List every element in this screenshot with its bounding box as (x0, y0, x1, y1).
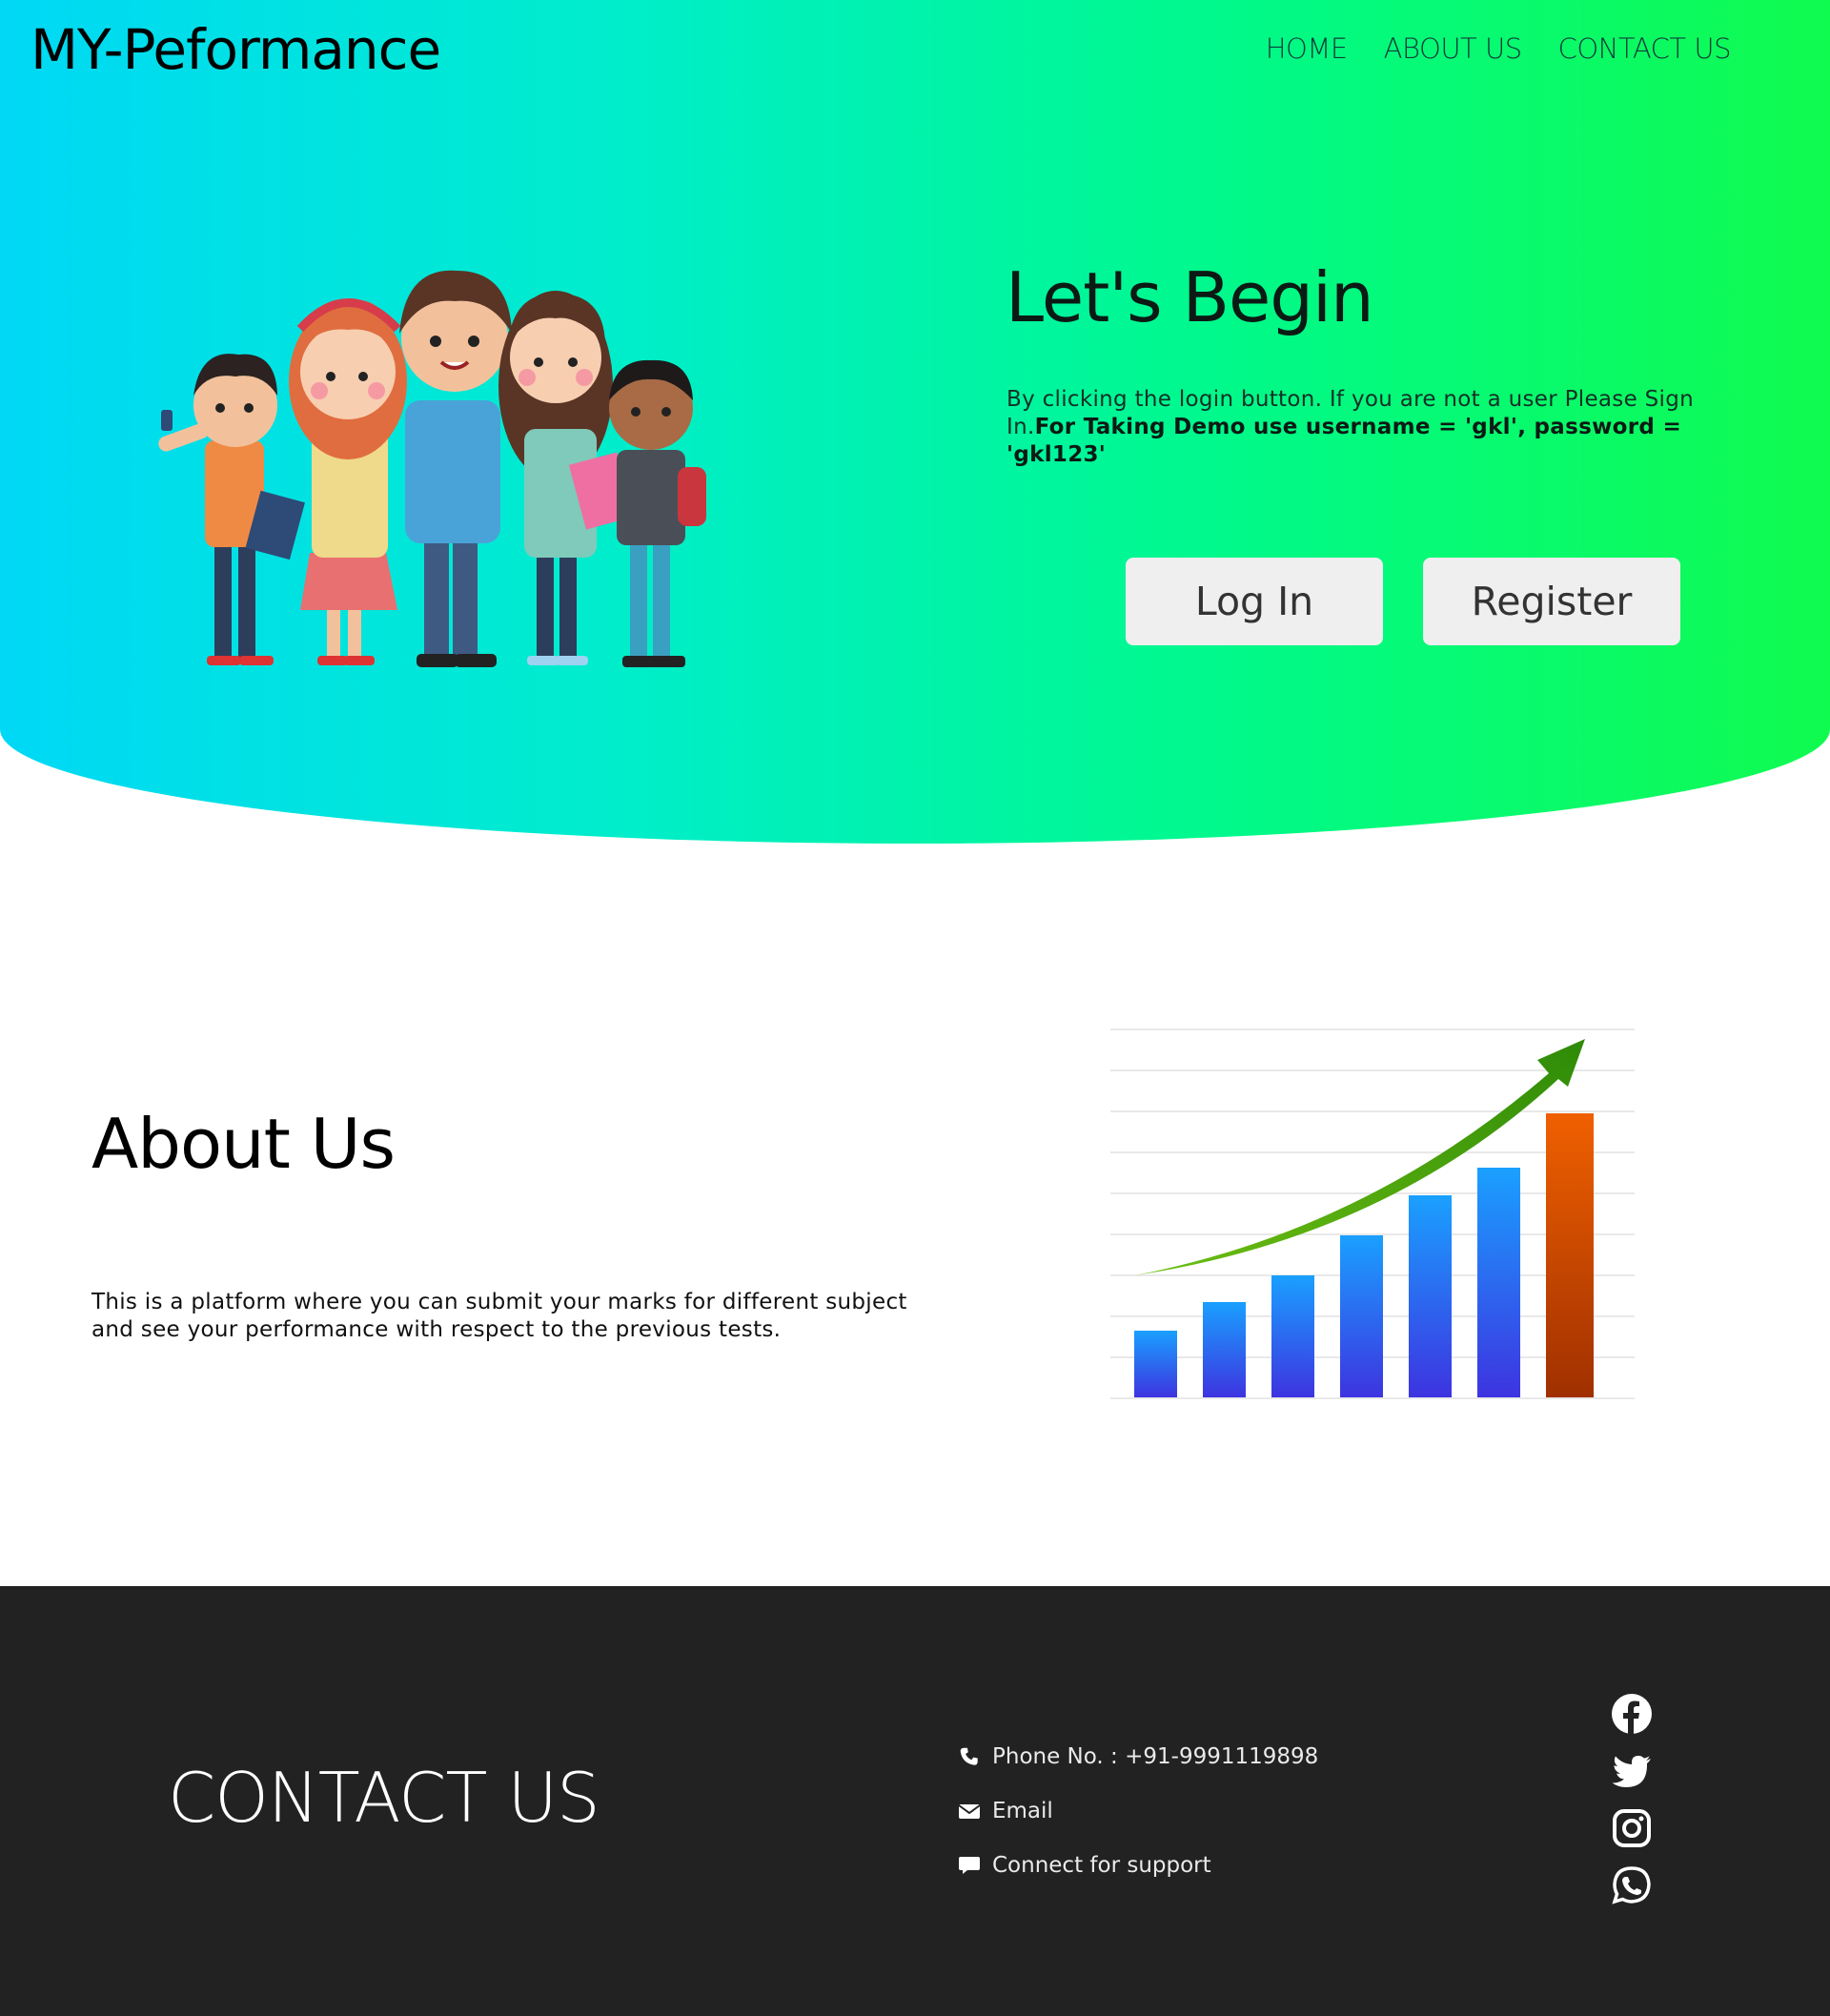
student-figure (289, 298, 407, 665)
chat-bubble-icon (959, 1856, 980, 1874)
chart-bar (1203, 1302, 1246, 1397)
phone-icon (960, 1747, 978, 1765)
chart-bar (1271, 1275, 1314, 1397)
hero-demo-credentials: For Taking Demo use username = 'gkl', pa… (1006, 415, 1682, 467)
main-nav: HOME ABOUT US CONTACT US (1266, 32, 1732, 65)
hero-title: Let's Begin (1006, 257, 1374, 337)
chart-bar (1546, 1113, 1594, 1397)
contact-phone[interactable]: Phone No. : +91-9991119898 (958, 1729, 1318, 1783)
contact-support[interactable]: Connect for support (958, 1838, 1318, 1892)
phone-text: Phone No. : +91-9991119898 (992, 1743, 1319, 1769)
twitter-icon[interactable] (1611, 1750, 1653, 1792)
chart-bar (1134, 1331, 1177, 1397)
facebook-icon[interactable] (1611, 1693, 1653, 1735)
student-figure (609, 359, 706, 667)
brand-logo[interactable]: MY-Peformance (30, 17, 441, 82)
whatsapp-icon[interactable] (1611, 1864, 1653, 1906)
contact-email[interactable]: Email (958, 1783, 1318, 1838)
login-button[interactable]: Log In (1126, 558, 1383, 645)
register-button[interactable]: Register (1423, 558, 1680, 645)
chart-bar (1477, 1168, 1520, 1397)
email-text: Email (992, 1798, 1053, 1823)
chart-bar (1409, 1195, 1452, 1397)
instagram-icon[interactable] (1611, 1807, 1653, 1849)
contact-title: CONTACT US (168, 1758, 600, 1838)
student-figure (399, 270, 512, 667)
nav-contact-us[interactable]: CONTACT US (1558, 32, 1732, 65)
growth-chart-illustration (1110, 1028, 1635, 1399)
students-illustration (158, 270, 706, 667)
envelope-icon (958, 1803, 981, 1819)
support-text: Connect for support (992, 1852, 1211, 1878)
student-figure (498, 291, 635, 665)
about-description: This is a platform where you can submit … (92, 1290, 907, 1342)
nav-about-us[interactable]: ABOUT US (1384, 32, 1522, 65)
social-links (1611, 1693, 1653, 1906)
hero-section: MY-Peformance HOME ABOUT US CONTACT US L… (0, 0, 1830, 844)
nav-home[interactable]: HOME (1266, 32, 1348, 65)
chart-bar (1340, 1235, 1383, 1397)
student-figure (158, 354, 305, 665)
contact-footer: CONTACT US Phone No. : +91-9991119898 Em… (0, 1586, 1830, 2016)
hero-description: By clicking the login button. If you are… (1006, 386, 1769, 469)
contact-list: Phone No. : +91-9991119898 Email Connect… (958, 1729, 1318, 1892)
about-title: About Us (92, 1104, 396, 1184)
